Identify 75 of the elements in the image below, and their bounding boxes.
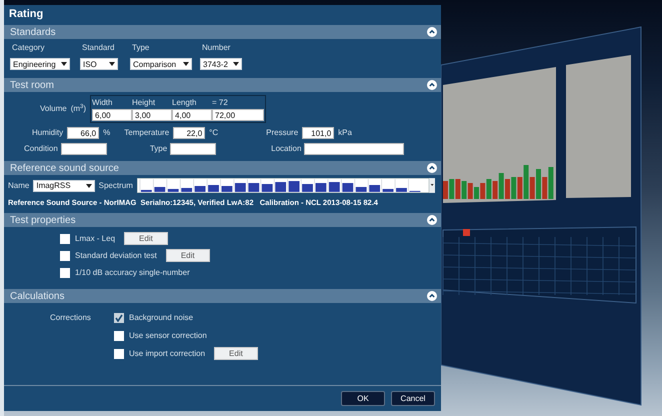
section-title: Test properties bbox=[10, 214, 76, 228]
input-field[interactable] bbox=[60, 143, 107, 155]
field-label: Name bbox=[8, 180, 30, 192]
input-field[interactable]: 4,00 bbox=[172, 109, 212, 121]
collapse-icon[interactable] bbox=[427, 215, 437, 225]
edit-button[interactable]: Edit bbox=[214, 347, 258, 360]
input-field[interactable]: 101,0 bbox=[302, 127, 334, 139]
field-label: Temperature bbox=[124, 127, 170, 139]
checkbox[interactable] bbox=[60, 268, 70, 278]
dialog-button[interactable]: OK bbox=[341, 391, 385, 406]
caret-icon bbox=[233, 62, 239, 66]
input-field[interactable]: 22,0 bbox=[173, 127, 206, 139]
volume-label: Volume bbox=[40, 103, 67, 115]
column-label: Length bbox=[172, 97, 198, 109]
dropdown[interactable]: 3743-2 bbox=[200, 58, 242, 70]
field-label: Humidity bbox=[32, 127, 64, 139]
dropdown[interactable]: ISO bbox=[80, 58, 118, 70]
edit-button[interactable]: Edit bbox=[124, 232, 168, 245]
input-field[interactable]: 6,00 bbox=[92, 109, 132, 121]
section-title: Standards bbox=[10, 26, 56, 40]
field-label: Number bbox=[201, 42, 232, 54]
group-label: Corrections bbox=[50, 312, 92, 324]
field-label: Condition bbox=[24, 143, 58, 155]
dialog-button[interactable]: Cancel bbox=[391, 391, 435, 406]
section-title: Calculations bbox=[10, 290, 64, 304]
dialog-title: Rating bbox=[8, 7, 44, 22]
checkbox[interactable] bbox=[114, 312, 124, 322]
checkbox[interactable] bbox=[114, 330, 124, 340]
section-header[interactable]: Test properties bbox=[4, 213, 441, 227]
input-field[interactable] bbox=[170, 143, 216, 155]
checkbox[interactable] bbox=[114, 348, 124, 358]
unit-label: °C bbox=[209, 127, 218, 139]
input-field[interactable]: 66,0 bbox=[67, 127, 100, 139]
collapse-icon[interactable] bbox=[427, 163, 437, 173]
section-header[interactable]: Test room bbox=[4, 78, 441, 92]
caret-icon bbox=[109, 62, 115, 66]
section-header[interactable]: Calculations bbox=[4, 289, 441, 303]
dropdown[interactable]: ImagRSS bbox=[33, 180, 95, 192]
unit-label: (m$^{3}$) bbox=[70, 103, 86, 115]
field-label: Standard bbox=[81, 42, 116, 54]
input-field[interactable] bbox=[304, 143, 404, 155]
edit-button[interactable]: Edit bbox=[166, 249, 210, 262]
checkbox-label: Lmax - Leq bbox=[75, 232, 116, 244]
caret-icon bbox=[61, 62, 67, 66]
field-label: Pressure bbox=[266, 127, 298, 139]
section-title: Reference sound source bbox=[10, 162, 119, 176]
checkbox-label: 1/10 dB accuracy single-number bbox=[75, 266, 190, 278]
field-label: Category bbox=[11, 42, 46, 54]
collapse-icon[interactable] bbox=[427, 291, 437, 301]
section-title: Test room bbox=[10, 78, 54, 92]
section-header[interactable]: Reference sound source bbox=[4, 161, 441, 175]
field-label: Type bbox=[131, 42, 150, 54]
dropdown[interactable]: Engineering bbox=[10, 58, 70, 70]
unit-label: kPa bbox=[338, 127, 352, 139]
input-field[interactable]: 3,00 bbox=[132, 109, 172, 121]
caret-icon bbox=[86, 184, 92, 188]
checkbox-label: Standard deviation test bbox=[75, 250, 157, 262]
field-label: Location bbox=[271, 143, 302, 155]
collapse-icon[interactable] bbox=[427, 27, 437, 37]
checkbox-label: Use import correction bbox=[129, 348, 206, 360]
caret-icon bbox=[183, 62, 189, 66]
field-label: Spectrum bbox=[98, 180, 133, 192]
input-field[interactable]: 72,00 bbox=[212, 109, 264, 121]
unit-label: % bbox=[103, 127, 110, 139]
checkbox-label: Use sensor correction bbox=[129, 330, 207, 342]
dropdown[interactable]: Comparison bbox=[130, 58, 192, 70]
collapse-icon[interactable] bbox=[427, 80, 437, 90]
checkbox[interactable] bbox=[60, 234, 70, 244]
column-label: Height bbox=[132, 97, 156, 109]
column-label: = 72 bbox=[212, 97, 229, 109]
section-header[interactable]: Standards bbox=[4, 25, 441, 39]
checkbox-label: Background noise bbox=[129, 312, 194, 324]
checkbox[interactable] bbox=[60, 250, 70, 260]
column-label: Width bbox=[92, 97, 114, 109]
field-label: Type bbox=[150, 143, 168, 155]
